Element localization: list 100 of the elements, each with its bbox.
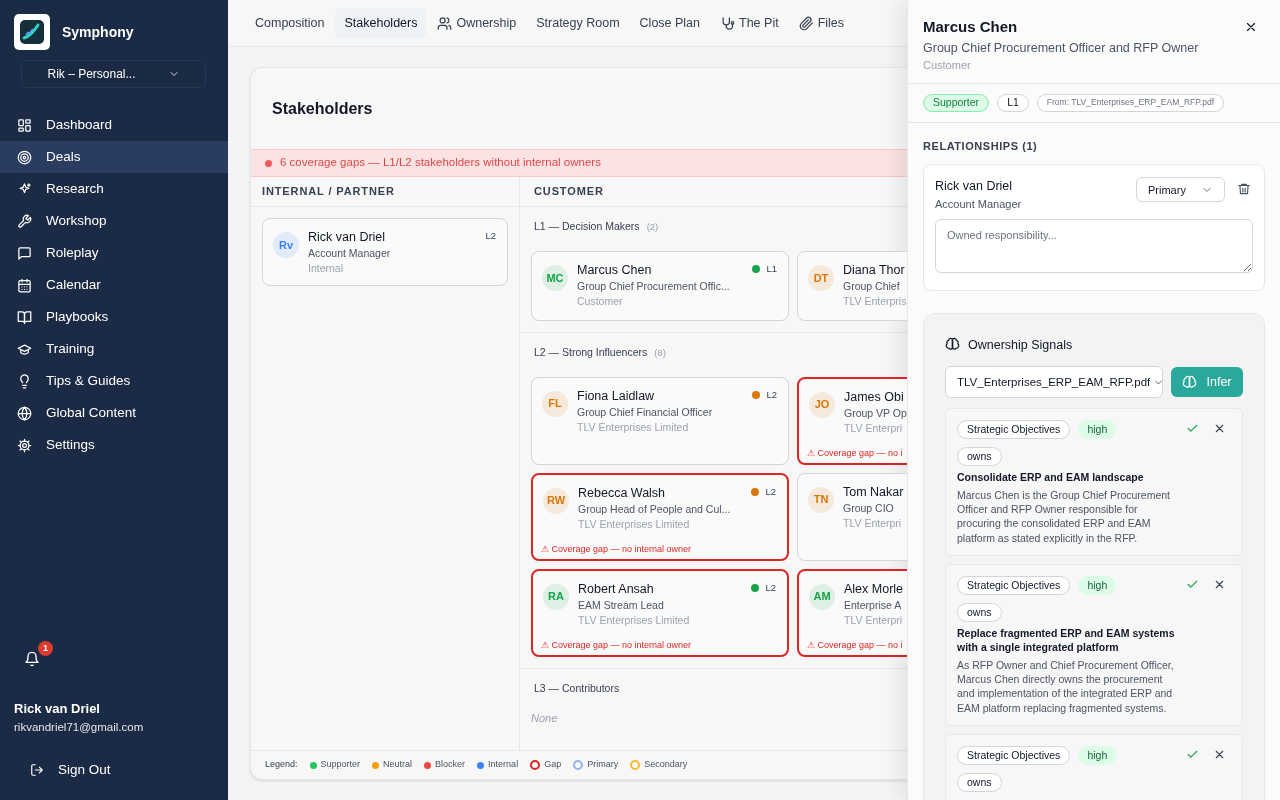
person-name: Diana Thor bbox=[843, 261, 906, 279]
level-label: L2 bbox=[485, 229, 496, 243]
group-label: L1 — Decision Makers bbox=[534, 219, 640, 234]
gap-warning: ⚠ Coverage gap — no internal owner bbox=[541, 638, 693, 652]
gap-warning: ⚠ Coverage gap — no i bbox=[807, 638, 904, 652]
stakeholder-card[interactable]: Rv Rick van Driel Account Manager Internal L2 bbox=[262, 218, 508, 286]
wrench-icon bbox=[17, 213, 32, 229]
relationship-type-dropdown[interactable]: Primary bbox=[1136, 177, 1225, 203]
person-title: EAM Stream Lead bbox=[578, 597, 665, 613]
tab[interactable]: The Pit bbox=[711, 8, 788, 38]
tab[interactable]: Ownership bbox=[428, 8, 526, 38]
avatar: JO bbox=[809, 391, 835, 418]
section-heading: RELATIONSHIPS (1) bbox=[922, 138, 1039, 154]
category-tag: Strategic Objectives bbox=[957, 745, 1071, 765]
lightbulb-icon bbox=[17, 373, 32, 389]
group-count: (2) bbox=[646, 219, 659, 234]
calendar-icon bbox=[17, 277, 32, 293]
stakeholder-card[interactable]: JO James Obi Group VP Op TLV Enterpri ⚠ Coverage gap — no i bbox=[797, 376, 907, 465]
graduation-cap-icon bbox=[17, 341, 32, 357]
globe-icon bbox=[17, 405, 32, 421]
person-org: TLV Enterprises Limited bbox=[578, 516, 691, 532]
card-title: Stakeholders bbox=[272, 98, 373, 119]
relation-tag: owns bbox=[957, 772, 1002, 792]
person-title: Account Manager bbox=[308, 246, 391, 261]
gap-warning: ⚠ Coverage gap — no i bbox=[807, 446, 904, 460]
group-count: (8) bbox=[654, 345, 666, 360]
person-title: Enterprise A bbox=[844, 597, 903, 613]
avatar: TN bbox=[808, 486, 834, 513]
signal-detail: As RFP Owner and Chief Procurement Officer, Marcus Chen directly owns the procurement and implementation of the integrated ERP and EAM platform replacing fragmented systems. bbox=[957, 657, 1175, 715]
person-title: Group Chief Procurement Offic... bbox=[577, 278, 730, 294]
person-title: Group Chief Financial Officer bbox=[577, 404, 713, 420]
stakeholder-card[interactable]: TN Tom Nakar Group CIO TLV Enterpri bbox=[797, 472, 907, 561]
grid-icon bbox=[17, 117, 32, 133]
avatar: MC bbox=[542, 264, 568, 291]
relationship-role: Account Manager bbox=[935, 197, 1023, 212]
tab[interactable]: Composition bbox=[246, 8, 334, 38]
workspace-dropdown[interactable]: Rik – Personal... bbox=[21, 60, 206, 88]
person-title: Group Chief bbox=[843, 278, 901, 294]
settings-icon bbox=[17, 437, 32, 453]
stakeholder-card[interactable]: RA Robert Ansah EAM Stream Lead TLV Enterprises Limited L2 ⚠ Coverage gap — no internal owner bbox=[531, 568, 789, 657]
nav-item[interactable]: Deals bbox=[0, 141, 228, 173]
person-org: TLV Enterprises Limited bbox=[578, 612, 690, 628]
tab[interactable]: Close Plan bbox=[630, 8, 710, 38]
tab[interactable]: Files bbox=[789, 8, 854, 38]
person-name: Marcus Chen bbox=[577, 261, 653, 279]
chat-icon bbox=[17, 245, 32, 261]
badge: From: TLV_Enterprises_ERP_EAM_RFP.pdf bbox=[1036, 93, 1225, 112]
close-button[interactable] bbox=[1244, 20, 1258, 34]
person-org: TLV Enterpris bbox=[843, 293, 907, 309]
stakeholder-card[interactable]: FL Fiona Laidlaw Group Chief Financial Officer TLV Enterprises Limited L2 bbox=[531, 376, 789, 465]
avatar: DT bbox=[808, 264, 834, 291]
gap-warning: ⚠ Coverage gap — no internal owner bbox=[541, 542, 693, 556]
stakeholder-card[interactable]: DT Diana Thor Group Chief TLV Enterpris bbox=[797, 250, 907, 321]
responsibility-field[interactable]: Owned responsibility... bbox=[935, 218, 1253, 273]
stakeholder-card[interactable]: MC Marcus Chen Group Chief Procurement Offic... Customer L1 bbox=[531, 250, 789, 321]
group-label: L3 — Contributors bbox=[534, 680, 620, 696]
stakeholder-card[interactable]: AM Alex Morle Enterprise A TLV Enterpri ⚠ Coverage gap — no i bbox=[797, 568, 907, 657]
legend-text: Neutral bbox=[383, 758, 413, 772]
column-header: INTERNAL / PARTNER bbox=[262, 184, 395, 200]
level-label: L2 bbox=[765, 580, 776, 595]
badge: L1 bbox=[997, 93, 1029, 112]
signals-title: Ownership Signals bbox=[968, 336, 1073, 354]
tab[interactable]: Strategy Room bbox=[527, 8, 629, 38]
signal-headline: Consolidate ERP and EAM landscape bbox=[957, 469, 1145, 484]
level-label: L2 bbox=[766, 387, 777, 402]
bell-icon[interactable] bbox=[24, 651, 40, 667]
brand-name: Symphony bbox=[62, 22, 134, 42]
stakeholder-card[interactable]: RW Rebecca Walsh Group Head of People and Cul... TLV Enterprises Limited L2 ⚠ Coverage gap — no internal owner bbox=[531, 472, 789, 561]
avatar: FL bbox=[542, 390, 568, 417]
person-name: Rick van Driel bbox=[308, 229, 387, 246]
confidence-tag: high bbox=[1078, 576, 1117, 596]
tab[interactable]: Stakeholders bbox=[335, 8, 427, 38]
avatar: Rv bbox=[273, 232, 299, 258]
legend-label: Legend: bbox=[265, 758, 298, 772]
alert-text: 6 coverage gaps — L1/L2 stakeholders without internal owners bbox=[280, 155, 601, 171]
person-org: TLV Enterpri bbox=[844, 612, 904, 628]
notification-badge: 1 bbox=[38, 641, 53, 656]
legend-text: Primary bbox=[587, 758, 619, 772]
panel-subtitle: Group Chief Procurement Officer and RFP Owner bbox=[923, 39, 1200, 57]
person-name: James Obi bbox=[844, 388, 905, 406]
relationship-name: Rick van Driel bbox=[935, 178, 1014, 196]
confidence-tag: high bbox=[1078, 745, 1117, 765]
category-tag: Strategic Objectives bbox=[957, 420, 1071, 440]
logo-icon bbox=[14, 14, 50, 50]
relation-tag: owns bbox=[957, 603, 1002, 623]
file-dropdown[interactable]: TLV_Enterprises_ERP_EAM_RFP.pdf bbox=[945, 366, 1163, 399]
delete-button[interactable] bbox=[1237, 182, 1251, 197]
column-header: CUSTOMER bbox=[534, 184, 604, 200]
legend-text: Secondary bbox=[644, 758, 688, 772]
sign-out-button[interactable]: Sign Out bbox=[30, 759, 111, 780]
signal-headline: Replace fragmented ERP and EAM systems with a single integrated platform bbox=[957, 625, 1176, 654]
confidence-tag: high bbox=[1078, 420, 1117, 440]
person-name: Tom Nakar bbox=[843, 483, 904, 501]
person-title: Group CIO bbox=[843, 500, 895, 516]
person-org: TLV Enterpri bbox=[844, 420, 904, 436]
person-name: Alex Morle bbox=[844, 580, 904, 598]
badge: Supporter bbox=[923, 93, 990, 112]
user-name: Rick van Driel bbox=[13, 700, 101, 718]
paperclip-icon bbox=[798, 15, 814, 31]
legend-text: Internal bbox=[488, 758, 519, 772]
